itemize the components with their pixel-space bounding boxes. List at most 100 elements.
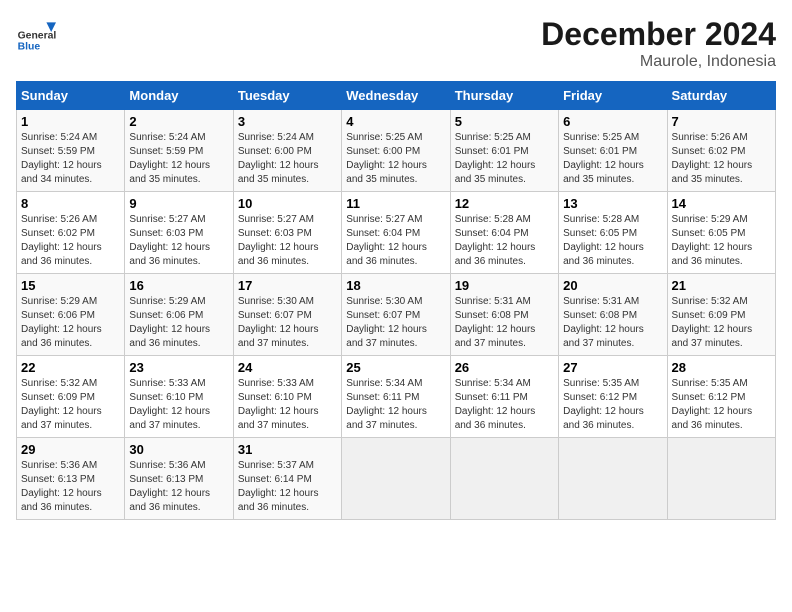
calendar-cell: 31Sunrise: 5:37 AM Sunset: 6:14 PM Dayli… <box>233 438 341 520</box>
day-number: 16 <box>129 278 228 293</box>
calendar-cell: 18 Sunrise: 5:30 AM Sunset: 6:07 PM Dayli… <box>342 274 450 356</box>
day-info: Sunrise: 5:34 AM Sunset: 6:11 PM Dayligh… <box>346 377 445 433</box>
calendar-cell: 2 Sunrise: 5:24 AM Sunset: 5:59 PM Daylig… <box>125 110 233 192</box>
day-info: Sunrise: 5:36 AM Sunset: 6:13 PM Dayligh… <box>21 459 120 515</box>
calendar-cell <box>450 438 558 520</box>
calendar-cell <box>667 438 775 520</box>
calendar-week-2: 8Sunrise: 5:26 AM Sunset: 6:02 PM Daylig… <box>17 192 776 274</box>
calendar-cell <box>342 438 450 520</box>
day-info: Sunrise: 5:30 AM Sunset: 6:07 PM Dayligh… <box>238 295 337 351</box>
day-info: Sunrise: 5:24 AM Sunset: 6:00 PM Dayligh… <box>238 131 337 187</box>
logo-icon: General Blue <box>16 16 56 56</box>
day-info: Sunrise: 5:24 AM Sunset: 5:59 PM Dayligh… <box>21 131 120 187</box>
day-number: 23 <box>129 360 228 375</box>
day-number: 10 <box>238 196 337 211</box>
calendar-cell: 28Sunrise: 5:35 AM Sunset: 6:12 PM Dayli… <box>667 356 775 438</box>
day-info: Sunrise: 5:31 AM Sunset: 6:08 PM Dayligh… <box>563 295 662 351</box>
days-of-week-row: SundayMondayTuesdayWednesdayThursdayFrid… <box>17 82 776 110</box>
calendar-week-5: 29 Sunrise: 5:36 AM Sunset: 6:13 PM Dayli… <box>17 438 776 520</box>
day-number: 14 <box>672 196 771 211</box>
day-info: Sunrise: 5:30 AM Sunset: 6:07 PM Dayligh… <box>346 295 445 351</box>
calendar-cell: 29 Sunrise: 5:36 AM Sunset: 6:13 PM Dayli… <box>17 438 125 520</box>
day-info: Sunrise: 5:25 AM Sunset: 6:01 PM Dayligh… <box>563 131 662 187</box>
day-info: Sunrise: 5:25 AM Sunset: 6:01 PM Dayligh… <box>455 131 554 187</box>
day-number: 12 <box>455 196 554 211</box>
calendar-cell: 17 Sunrise: 5:30 AM Sunset: 6:07 PM Dayli… <box>233 274 341 356</box>
calendar-cell: 8Sunrise: 5:26 AM Sunset: 6:02 PM Daylig… <box>17 192 125 274</box>
day-number: 22 <box>21 360 120 375</box>
day-info: Sunrise: 5:28 AM Sunset: 6:05 PM Dayligh… <box>563 213 662 269</box>
calendar-cell: 11Sunrise: 5:27 AM Sunset: 6:04 PM Dayli… <box>342 192 450 274</box>
day-number: 8 <box>21 196 120 211</box>
day-number: 18 <box>346 278 445 293</box>
day-number: 29 <box>21 442 120 457</box>
day-number: 13 <box>563 196 662 211</box>
calendar-cell <box>559 438 667 520</box>
calendar-cell: 19Sunrise: 5:31 AM Sunset: 6:08 PM Dayli… <box>450 274 558 356</box>
day-info: Sunrise: 5:33 AM Sunset: 6:10 PM Dayligh… <box>238 377 337 433</box>
day-info: Sunrise: 5:33 AM Sunset: 6:10 PM Dayligh… <box>129 377 228 433</box>
dow-header-friday: Friday <box>559 82 667 110</box>
day-number: 21 <box>672 278 771 293</box>
dow-header-tuesday: Tuesday <box>233 82 341 110</box>
day-info: Sunrise: 5:28 AM Sunset: 6:04 PM Dayligh… <box>455 213 554 269</box>
title-block: December 2024 Maurole, Indonesia <box>541 16 776 71</box>
day-info: Sunrise: 5:26 AM Sunset: 6:02 PM Dayligh… <box>672 131 771 187</box>
calendar-cell: 7Sunrise: 5:26 AM Sunset: 6:02 PM Daylig… <box>667 110 775 192</box>
day-info: Sunrise: 5:29 AM Sunset: 6:05 PM Dayligh… <box>672 213 771 269</box>
day-number: 27 <box>563 360 662 375</box>
calendar-cell: 24Sunrise: 5:33 AM Sunset: 6:10 PM Dayli… <box>233 356 341 438</box>
day-number: 15 <box>21 278 120 293</box>
day-info: Sunrise: 5:36 AM Sunset: 6:13 PM Dayligh… <box>129 459 228 515</box>
calendar-cell: 15Sunrise: 5:29 AM Sunset: 6:06 PM Dayli… <box>17 274 125 356</box>
calendar-cell: 10 Sunrise: 5:27 AM Sunset: 6:03 PM Dayli… <box>233 192 341 274</box>
day-info: Sunrise: 5:27 AM Sunset: 6:04 PM Dayligh… <box>346 213 445 269</box>
calendar-cell: 26Sunrise: 5:34 AM Sunset: 6:11 PM Dayli… <box>450 356 558 438</box>
calendar-week-3: 15 Sunrise: 5:29 AM Sunset: 6:06 PM Dayli… <box>17 274 776 356</box>
day-number: 19 <box>455 278 554 293</box>
day-info: Sunrise: 5:24 AM Sunset: 5:59 PM Dayligh… <box>129 131 228 187</box>
calendar-cell: 1Sunrise: 5:24 AM Sunset: 5:59 PM Daylig… <box>17 110 125 192</box>
calendar-cell: 27 Sunrise: 5:35 AM Sunset: 6:12 PM Dayli… <box>559 356 667 438</box>
day-info: Sunrise: 5:35 AM Sunset: 6:12 PM Dayligh… <box>672 377 771 433</box>
day-number: 5 <box>455 114 554 129</box>
calendar-cell: 13 Sunrise: 5:28 AM Sunset: 6:05 PM Dayli… <box>559 192 667 274</box>
day-number: 25 <box>346 360 445 375</box>
page-subtitle: Maurole, Indonesia <box>541 53 776 71</box>
calendar-cell: 6Sunrise: 5:25 AM Sunset: 6:01 PM Daylig… <box>559 110 667 192</box>
calendar-cell: 25 Sunrise: 5:34 AM Sunset: 6:11 PM Dayli… <box>342 356 450 438</box>
day-number: 20 <box>563 278 662 293</box>
day-number: 31 <box>238 442 337 457</box>
day-info: Sunrise: 5:35 AM Sunset: 6:12 PM Dayligh… <box>563 377 662 433</box>
day-info: Sunrise: 5:29 AM Sunset: 6:06 PM Dayligh… <box>129 295 228 351</box>
dow-header-sunday: Sunday <box>17 82 125 110</box>
page-header: General Blue December 2024 Maurole, Indo… <box>16 16 776 71</box>
day-number: 17 <box>238 278 337 293</box>
day-info: Sunrise: 5:32 AM Sunset: 6:09 PM Dayligh… <box>672 295 771 351</box>
calendar-week-4: 22Sunrise: 5:32 AM Sunset: 6:09 PM Dayli… <box>17 356 776 438</box>
dow-header-thursday: Thursday <box>450 82 558 110</box>
calendar-cell: 23 Sunrise: 5:33 AM Sunset: 6:10 PM Dayli… <box>125 356 233 438</box>
svg-text:Blue: Blue <box>18 42 41 53</box>
calendar-cell: 21 Sunrise: 5:32 AM Sunset: 6:09 PM Dayli… <box>667 274 775 356</box>
calendar-cell: 14 Sunrise: 5:29 AM Sunset: 6:05 PM Dayli… <box>667 192 775 274</box>
dow-header-wednesday: Wednesday <box>342 82 450 110</box>
calendar-cell: 20 Sunrise: 5:31 AM Sunset: 6:08 PM Dayli… <box>559 274 667 356</box>
day-number: 3 <box>238 114 337 129</box>
day-number: 2 <box>129 114 228 129</box>
day-info: Sunrise: 5:25 AM Sunset: 6:00 PM Dayligh… <box>346 131 445 187</box>
day-number: 26 <box>455 360 554 375</box>
day-number: 9 <box>129 196 228 211</box>
calendar-cell: 4Sunrise: 5:25 AM Sunset: 6:00 PM Daylig… <box>342 110 450 192</box>
day-number: 30 <box>129 442 228 457</box>
day-info: Sunrise: 5:27 AM Sunset: 6:03 PM Dayligh… <box>129 213 228 269</box>
calendar-cell: 5 Sunrise: 5:25 AM Sunset: 6:01 PM Daylig… <box>450 110 558 192</box>
calendar-cell: 22Sunrise: 5:32 AM Sunset: 6:09 PM Dayli… <box>17 356 125 438</box>
dow-header-monday: Monday <box>125 82 233 110</box>
calendar-cell: 16 Sunrise: 5:29 AM Sunset: 6:06 PM Dayli… <box>125 274 233 356</box>
day-info: Sunrise: 5:27 AM Sunset: 6:03 PM Dayligh… <box>238 213 337 269</box>
calendar-week-1: 1Sunrise: 5:24 AM Sunset: 5:59 PM Daylig… <box>17 110 776 192</box>
calendar-table: SundayMondayTuesdayWednesdayThursdayFrid… <box>16 81 776 520</box>
calendar-cell: 3 Sunrise: 5:24 AM Sunset: 6:00 PM Daylig… <box>233 110 341 192</box>
svg-text:General: General <box>18 30 56 41</box>
